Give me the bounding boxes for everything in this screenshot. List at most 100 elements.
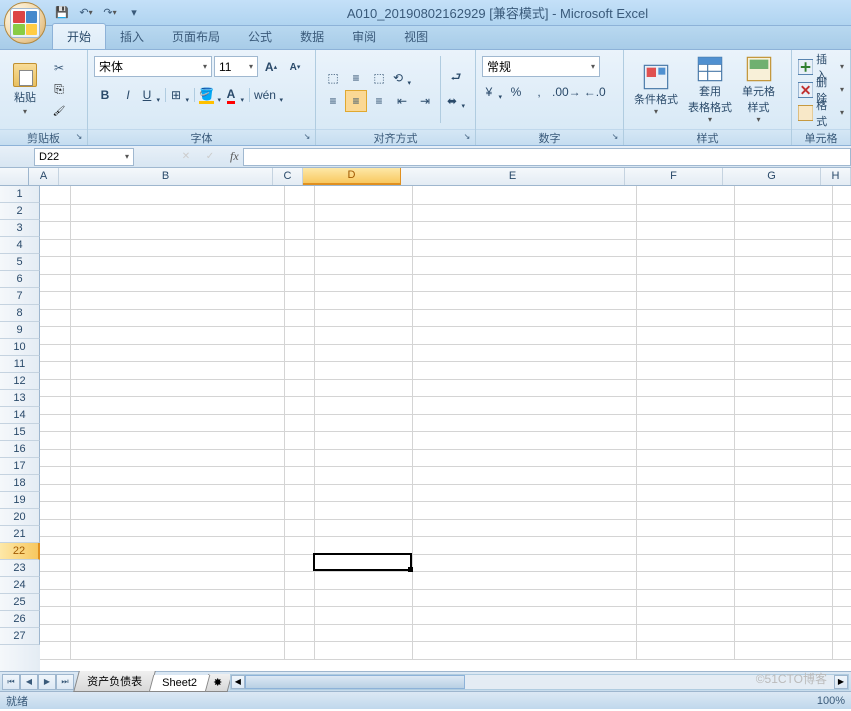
dialog-launcher-icon[interactable]: ↘	[609, 132, 621, 144]
enter-formula-button[interactable]: ✓	[198, 148, 222, 166]
format-as-table-button[interactable]: 套用 表格格式▾	[684, 53, 736, 126]
align-left-button[interactable]: ≡	[322, 90, 344, 112]
percent-button[interactable]: %	[505, 81, 527, 103]
tab-data[interactable]: 数据	[286, 24, 338, 49]
row-header-5[interactable]: 5	[0, 254, 40, 271]
row-header-26[interactable]: 26	[0, 611, 40, 628]
align-top-button[interactable]: ⬚	[322, 67, 344, 89]
row-header-6[interactable]: 6	[0, 271, 40, 288]
name-box[interactable]: D22▾	[34, 148, 134, 166]
increase-font-button[interactable]: A▴	[260, 56, 282, 78]
row-header-13[interactable]: 13	[0, 390, 40, 407]
col-header-C[interactable]: C	[273, 168, 303, 185]
italic-button[interactable]: I	[117, 84, 139, 106]
row-header-8[interactable]: 8	[0, 305, 40, 322]
increase-decimal-button[interactable]: .00→	[551, 81, 582, 103]
row-header-24[interactable]: 24	[0, 577, 40, 594]
col-header-H[interactable]: H	[821, 168, 851, 185]
conditional-formatting-button[interactable]: 条件格式▾	[630, 61, 682, 118]
row-header-11[interactable]: 11	[0, 356, 40, 373]
dialog-launcher-icon[interactable]: ↘	[301, 132, 313, 144]
row-header-23[interactable]: 23	[0, 560, 40, 577]
row-header-17[interactable]: 17	[0, 458, 40, 475]
col-header-B[interactable]: B	[59, 168, 273, 185]
fill-color-button[interactable]: 🪣	[198, 84, 223, 106]
align-right-button[interactable]: ≡	[368, 90, 390, 112]
increase-indent-button[interactable]: ⇥	[414, 90, 436, 112]
redo-button[interactable]: ↷▾	[100, 3, 120, 23]
cells-area[interactable]	[40, 186, 851, 671]
row-header-21[interactable]: 21	[0, 526, 40, 543]
row-header-18[interactable]: 18	[0, 475, 40, 492]
align-bottom-button[interactable]: ⬚	[368, 67, 390, 89]
scroll-right-button[interactable]: ▶	[834, 675, 848, 689]
copy-button[interactable]	[48, 80, 70, 100]
row-header-14[interactable]: 14	[0, 407, 40, 424]
cell-styles-button[interactable]: 单元格 样式▾	[738, 53, 779, 126]
row-header-15[interactable]: 15	[0, 424, 40, 441]
dialog-launcher-icon[interactable]: ↘	[461, 132, 473, 144]
decrease-indent-button[interactable]: ⇤	[391, 90, 413, 112]
tab-view[interactable]: 视图	[390, 24, 442, 49]
zoom-level[interactable]: 100%	[817, 695, 845, 707]
row-header-25[interactable]: 25	[0, 594, 40, 611]
first-sheet-button[interactable]: ⏮	[2, 674, 20, 690]
last-sheet-button[interactable]: ⏭	[56, 674, 74, 690]
row-header-3[interactable]: 3	[0, 220, 40, 237]
office-button[interactable]	[4, 2, 48, 46]
accounting-format-button[interactable]: ¥	[482, 81, 504, 103]
number-format-select[interactable]: 常规▾	[482, 56, 600, 77]
underline-button[interactable]: U	[140, 84, 162, 106]
col-header-G[interactable]: G	[723, 168, 821, 185]
row-header-19[interactable]: 19	[0, 492, 40, 509]
fx-icon[interactable]: fx	[230, 149, 239, 164]
row-header-16[interactable]: 16	[0, 441, 40, 458]
font-size-select[interactable]: 11▾	[214, 56, 258, 77]
col-header-D[interactable]: D	[303, 168, 401, 185]
font-name-select[interactable]: 宋体▾	[94, 56, 212, 77]
row-header-27[interactable]: 27	[0, 628, 40, 645]
row-header-10[interactable]: 10	[0, 339, 40, 356]
save-button[interactable]: 💾	[52, 3, 72, 23]
comma-button[interactable]: ,	[528, 81, 550, 103]
formula-input[interactable]	[243, 148, 851, 166]
row-header-12[interactable]: 12	[0, 373, 40, 390]
row-header-1[interactable]: 1	[0, 186, 40, 203]
tab-home[interactable]: 开始	[52, 23, 106, 49]
format-painter-button[interactable]	[48, 102, 70, 122]
tab-page-layout[interactable]: 页面布局	[158, 24, 234, 49]
sheet-tab-2[interactable]: Sheet2	[149, 675, 210, 692]
select-all-corner[interactable]	[0, 168, 29, 185]
font-color-button[interactable]: A	[224, 84, 246, 106]
dialog-launcher-icon[interactable]: ↘	[73, 132, 85, 144]
decrease-decimal-button[interactable]: ←.0	[583, 81, 607, 103]
cancel-formula-button[interactable]: ✕	[174, 148, 198, 166]
align-center-button[interactable]: ≡	[345, 90, 367, 112]
tab-insert[interactable]: 插入	[106, 24, 158, 49]
qat-customize[interactable]: ▾	[124, 3, 144, 23]
row-header-9[interactable]: 9	[0, 322, 40, 339]
row-header-2[interactable]: 2	[0, 203, 40, 220]
row-header-4[interactable]: 4	[0, 237, 40, 254]
next-sheet-button[interactable]: ▶	[38, 674, 56, 690]
orientation-button[interactable]: ⟲	[391, 67, 413, 89]
paste-button[interactable]: 粘贴 ▾	[6, 61, 44, 118]
col-header-A[interactable]: A	[29, 168, 59, 185]
row-header-7[interactable]: 7	[0, 288, 40, 305]
row-header-20[interactable]: 20	[0, 509, 40, 526]
undo-button[interactable]: ↶▾	[76, 3, 96, 23]
merge-center-button[interactable]: ⬌	[445, 90, 467, 112]
col-header-E[interactable]: E	[401, 168, 625, 185]
phonetic-button[interactable]: wén	[253, 84, 285, 106]
decrease-font-button[interactable]: A▾	[284, 56, 306, 78]
scroll-left-button[interactable]: ◀	[231, 675, 245, 689]
tab-review[interactable]: 审阅	[338, 24, 390, 49]
col-header-F[interactable]: F	[625, 168, 723, 185]
row-header-22[interactable]: 22	[0, 543, 40, 560]
wrap-text-button[interactable]: ⮐	[445, 67, 467, 89]
scroll-thumb[interactable]	[245, 675, 465, 689]
bold-button[interactable]: B	[94, 84, 116, 106]
tab-formulas[interactable]: 公式	[234, 24, 286, 49]
align-middle-button[interactable]: ≡	[345, 67, 367, 89]
sheet-tab-1[interactable]: 资产负债表	[73, 671, 156, 692]
